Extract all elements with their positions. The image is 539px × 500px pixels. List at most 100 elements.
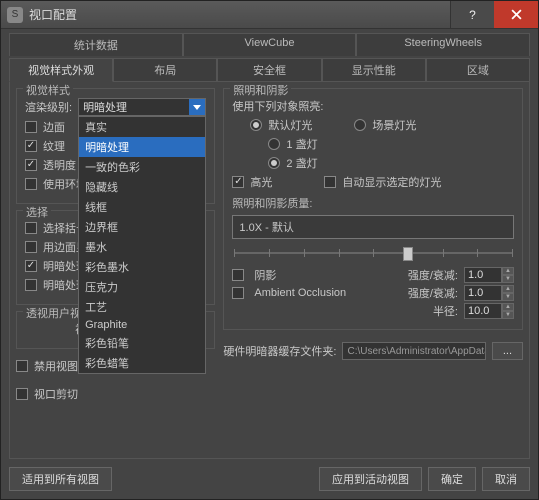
label-transparency: 透明度 bbox=[43, 157, 76, 173]
dropdown-item[interactable]: 彩色墨水 bbox=[79, 257, 205, 277]
right-column: 照明和阴影 使用下列对象照亮: 默认灯光 场景灯光 1 盏灯 2 盏灯 高光 自… bbox=[223, 88, 523, 452]
input-intensity-2[interactable] bbox=[464, 285, 502, 301]
spin-up-icon[interactable]: ▲ bbox=[502, 267, 514, 275]
checkbox-disable-viewport[interactable] bbox=[16, 360, 28, 372]
label-texture: 纹理 bbox=[43, 138, 65, 154]
checkbox-edge[interactable] bbox=[25, 121, 37, 133]
checkbox-viewport-clip[interactable] bbox=[16, 388, 28, 400]
input-radius[interactable] bbox=[464, 303, 502, 319]
quality-display: 1.0X - 默认 bbox=[232, 215, 514, 239]
label-viewport-clip: 视口剪切 bbox=[34, 386, 78, 402]
checkbox-highlight[interactable] bbox=[232, 176, 244, 188]
checkbox-auto-display[interactable] bbox=[324, 176, 336, 188]
dropdown-item[interactable]: 边界框 bbox=[79, 217, 205, 237]
label-cache: 硬件明暗器缓存文件夹: bbox=[223, 343, 336, 359]
help-button[interactable]: ? bbox=[450, 1, 494, 28]
radio-default-light[interactable] bbox=[250, 119, 262, 131]
input-intensity-1[interactable] bbox=[464, 267, 502, 283]
checkbox-ao[interactable] bbox=[232, 287, 244, 299]
label-two-light: 2 盏灯 bbox=[286, 155, 317, 171]
label-ao: Ambient Occlusion bbox=[254, 287, 401, 299]
dialog-window: S 视口配置 ? 统计数据 ViewCube SteeringWheels 视觉… bbox=[0, 0, 539, 500]
dropdown-item[interactable]: 工艺 bbox=[79, 297, 205, 317]
checkbox-shade-sel[interactable] bbox=[25, 260, 37, 272]
tab-statistics[interactable]: 统计数据 bbox=[9, 33, 183, 56]
label-intensity-1: 强度/衰减: bbox=[408, 267, 458, 283]
tab-display-performance[interactable]: 显示性能 bbox=[322, 58, 426, 82]
tab-regions[interactable]: 区域 bbox=[426, 58, 530, 82]
content-area: 统计数据 ViewCube SteeringWheels 视觉样式外观 布局 安… bbox=[1, 29, 538, 499]
tab-visual-style[interactable]: 视觉样式外观 bbox=[9, 58, 113, 82]
spinner-intensity-1[interactable]: ▲▼ bbox=[464, 267, 514, 283]
tabs-row-1: 统计数据 ViewCube SteeringWheels bbox=[9, 33, 530, 56]
group-visual-style: 视觉样式 渲染级别: 明暗处理 真实明暗处理一致的色彩隐藏线线框边界框墨水彩色墨… bbox=[16, 88, 215, 204]
close-icon bbox=[511, 9, 522, 20]
label-highlight: 高光 bbox=[250, 174, 272, 190]
spin-up-icon[interactable]: ▲ bbox=[502, 285, 514, 293]
tabs-row-2: 视觉样式外观 布局 安全框 显示性能 区域 bbox=[9, 58, 530, 82]
label-auto-display: 自动显示选定的灯光 bbox=[342, 174, 441, 190]
dropdown-item[interactable]: 彩色铅笔 bbox=[79, 333, 205, 353]
label-intensity-2: 强度/衰减: bbox=[408, 285, 458, 301]
dropdown-value: 明暗处理 bbox=[83, 99, 127, 115]
label-use: 使用下列对象照亮: bbox=[232, 98, 323, 114]
dropdown-render-level[interactable]: 明暗处理 真实明暗处理一致的色彩隐藏线线框边界框墨水彩色墨水压克力工艺Graph… bbox=[78, 98, 206, 116]
dropdown-item[interactable]: 隐藏线 bbox=[79, 177, 205, 197]
spin-up-icon[interactable]: ▲ bbox=[502, 303, 514, 311]
tab-steeringwheels[interactable]: SteeringWheels bbox=[356, 33, 530, 56]
ok-button[interactable]: 确定 bbox=[428, 467, 476, 491]
dropdown-item[interactable]: 真实 bbox=[79, 117, 205, 137]
spinner-radius[interactable]: ▲▼ bbox=[464, 303, 514, 319]
dropdown-item[interactable]: Graphite bbox=[79, 317, 205, 333]
app-icon: S bbox=[7, 7, 23, 23]
radio-scene-light[interactable] bbox=[354, 119, 366, 131]
apply-all-button[interactable]: 适用到所有视图 bbox=[9, 467, 112, 491]
dropdown-item[interactable]: 明暗处理 bbox=[79, 137, 205, 157]
legend-visual-style: 视觉样式 bbox=[23, 82, 73, 98]
legend-lighting: 照明和阴影 bbox=[230, 82, 291, 98]
cancel-button[interactable]: 取消 bbox=[482, 467, 530, 491]
radio-two-light[interactable] bbox=[268, 157, 280, 169]
spinner-intensity-2[interactable]: ▲▼ bbox=[464, 285, 514, 301]
chevron-down-icon bbox=[189, 99, 205, 115]
titlebar[interactable]: S 视口配置 ? bbox=[1, 1, 538, 29]
input-cache-path[interactable]: C:\Users\Administrator\AppData\Local\Aut… bbox=[342, 342, 485, 360]
checkbox-shadow[interactable] bbox=[232, 269, 244, 281]
label-quality: 照明和阴影质量: bbox=[232, 195, 514, 211]
label-edge: 边面 bbox=[43, 119, 65, 135]
dropdown-item[interactable]: 线框 bbox=[79, 197, 205, 217]
spin-down-icon[interactable]: ▼ bbox=[502, 293, 514, 301]
dropdown-item[interactable]: 墨水 bbox=[79, 237, 205, 257]
checkbox-brackets[interactable] bbox=[25, 222, 37, 234]
checkbox-env-bg[interactable] bbox=[25, 178, 37, 190]
slider-thumb[interactable] bbox=[403, 247, 413, 261]
label-disable-viewport: 禁用视图 bbox=[34, 358, 78, 374]
checkbox-transparency[interactable] bbox=[25, 159, 37, 171]
label-default-light: 默认灯光 bbox=[268, 117, 312, 133]
label-shadow: 阴影 bbox=[254, 267, 401, 283]
checkbox-shade-obj[interactable] bbox=[25, 279, 37, 291]
window-title: 视口配置 bbox=[29, 6, 450, 23]
dropdown-item[interactable]: 一致的色彩 bbox=[79, 157, 205, 177]
dropdown-list: 真实明暗处理一致的色彩隐藏线线框边界框墨水彩色墨水压克力工艺Graphite彩色… bbox=[78, 116, 206, 374]
tab-viewcube[interactable]: ViewCube bbox=[183, 33, 357, 56]
left-column: 视觉样式 渲染级别: 明暗处理 真实明暗处理一致的色彩隐藏线线框边界框墨水彩色墨… bbox=[16, 88, 215, 452]
tab-safe-frames[interactable]: 安全框 bbox=[217, 58, 321, 82]
spin-down-icon[interactable]: ▼ bbox=[502, 275, 514, 283]
tab-panel: 视觉样式 渲染级别: 明暗处理 真实明暗处理一致的色彩隐藏线线框边界框墨水彩色墨… bbox=[9, 81, 530, 459]
label-one-light: 1 盏灯 bbox=[286, 136, 317, 152]
spin-down-icon[interactable]: ▼ bbox=[502, 311, 514, 319]
radio-one-light[interactable] bbox=[268, 138, 280, 150]
label-scene-light: 场景灯光 bbox=[372, 117, 416, 133]
checkbox-texture[interactable] bbox=[25, 140, 37, 152]
label-radius: 半径: bbox=[433, 303, 458, 319]
dropdown-item[interactable]: 压克力 bbox=[79, 277, 205, 297]
apply-active-button[interactable]: 应用到活动视图 bbox=[319, 467, 422, 491]
quality-slider[interactable] bbox=[234, 243, 512, 263]
browse-button[interactable]: ... bbox=[492, 342, 523, 360]
tab-layout[interactable]: 布局 bbox=[113, 58, 217, 82]
legend-selection: 选择 bbox=[23, 204, 51, 220]
close-button[interactable] bbox=[494, 1, 538, 28]
dropdown-item[interactable]: 彩色蜡笔 bbox=[79, 353, 205, 373]
checkbox-edge-sel[interactable] bbox=[25, 241, 37, 253]
